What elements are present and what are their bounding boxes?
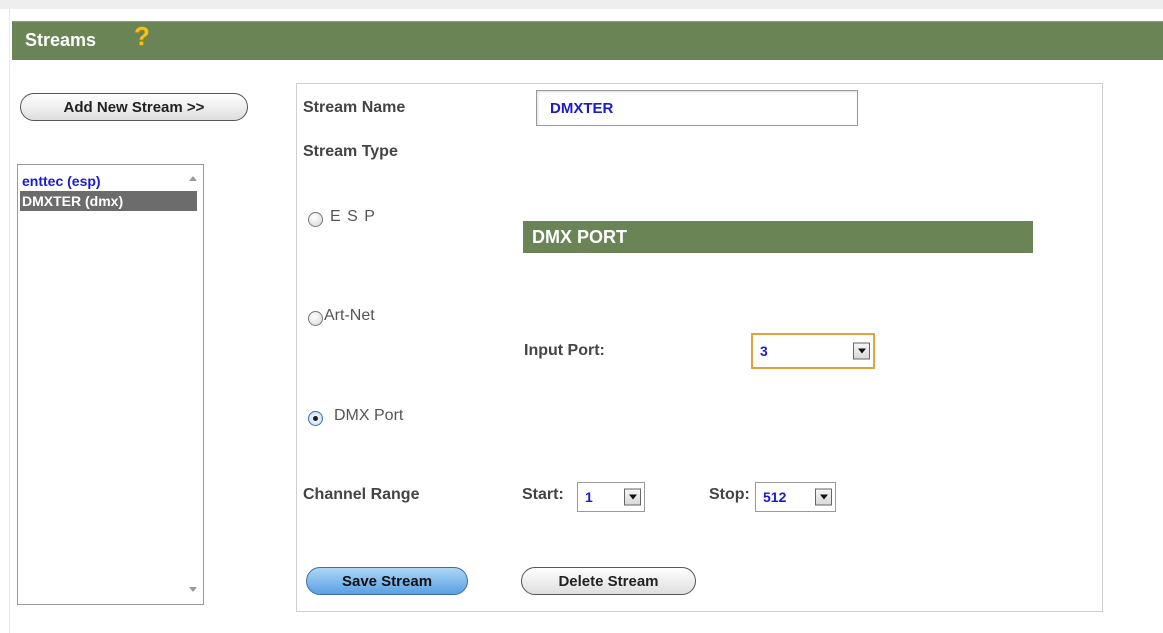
- stream-name-label: Stream Name: [303, 99, 406, 116]
- radio-artnet-label: Art-Net: [324, 307, 375, 324]
- channel-range-label: Channel Range: [303, 486, 420, 503]
- add-new-stream-button[interactable]: Add New Stream >>: [20, 93, 248, 121]
- radio-esp[interactable]: [308, 212, 323, 227]
- stream-form-panel: [296, 83, 1103, 612]
- stream-name-input[interactable]: DMXTER: [536, 90, 858, 126]
- stream-list[interactable]: enttec (esp) DMXTER (dmx): [17, 164, 204, 605]
- stop-channel-select[interactable]: 512: [755, 482, 836, 512]
- streams-header-bar: Streams ?: [12, 21, 1163, 60]
- input-port-value: 3: [760, 343, 768, 359]
- radio-dmx-port-label: DMX Port: [334, 407, 404, 424]
- page-left-edge: [0, 9, 10, 633]
- chevron-down-icon[interactable]: [853, 342, 870, 360]
- stop-label: Stop:: [709, 486, 750, 503]
- scroll-up-arrow-icon[interactable]: [189, 176, 197, 181]
- list-item-dmxter[interactable]: DMXTER (dmx): [20, 191, 197, 211]
- help-icon[interactable]: ?: [134, 21, 150, 52]
- radio-artnet[interactable]: [308, 311, 323, 326]
- page-title: Streams: [25, 30, 97, 50]
- start-channel-value: 1: [585, 489, 593, 505]
- delete-stream-button[interactable]: Delete Stream: [521, 567, 696, 595]
- input-port-label: Input Port:: [524, 342, 605, 359]
- stream-type-label: Stream Type: [303, 143, 398, 160]
- list-item-enttec[interactable]: enttec (esp): [20, 171, 197, 191]
- start-channel-select[interactable]: 1: [577, 482, 645, 512]
- save-stream-button[interactable]: Save Stream: [306, 567, 468, 595]
- radio-dmx-port[interactable]: [308, 411, 323, 426]
- chevron-down-icon[interactable]: [624, 488, 641, 506]
- stop-channel-value: 512: [763, 489, 787, 505]
- browser-top-strip: [0, 0, 1163, 9]
- chevron-down-icon[interactable]: [815, 488, 832, 506]
- scroll-down-arrow-icon[interactable]: [189, 587, 197, 592]
- dmx-port-section-header: DMX PORT: [523, 221, 1033, 253]
- input-port-select[interactable]: 3: [751, 333, 875, 369]
- start-label: Start:: [522, 486, 564, 503]
- radio-esp-label: E S P: [330, 208, 376, 225]
